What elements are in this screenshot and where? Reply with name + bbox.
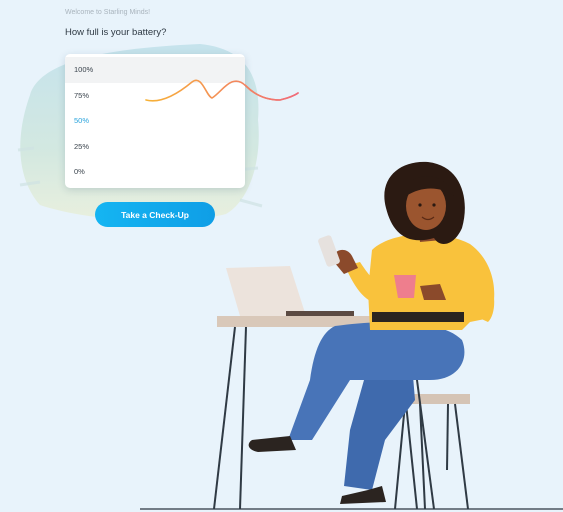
- battery-option-25[interactable]: 25%: [65, 134, 245, 160]
- welcome-text: Welcome to Starling Minds!: [65, 9, 151, 16]
- battery-option-0[interactable]: 0%: [65, 159, 245, 185]
- battery-option-75[interactable]: 75%: [65, 83, 245, 109]
- woman-figure: [248, 161, 495, 504]
- battery-option-100[interactable]: 100%: [65, 57, 245, 83]
- battery-question: How full is your battery?: [65, 27, 167, 38]
- take-checkup-button[interactable]: Take a Check-Up: [95, 202, 215, 227]
- battery-level-dropdown[interactable]: 100% 75% 50% 25% 0%: [65, 54, 245, 188]
- laptop: [226, 266, 354, 316]
- battery-option-50[interactable]: 50%: [65, 108, 245, 134]
